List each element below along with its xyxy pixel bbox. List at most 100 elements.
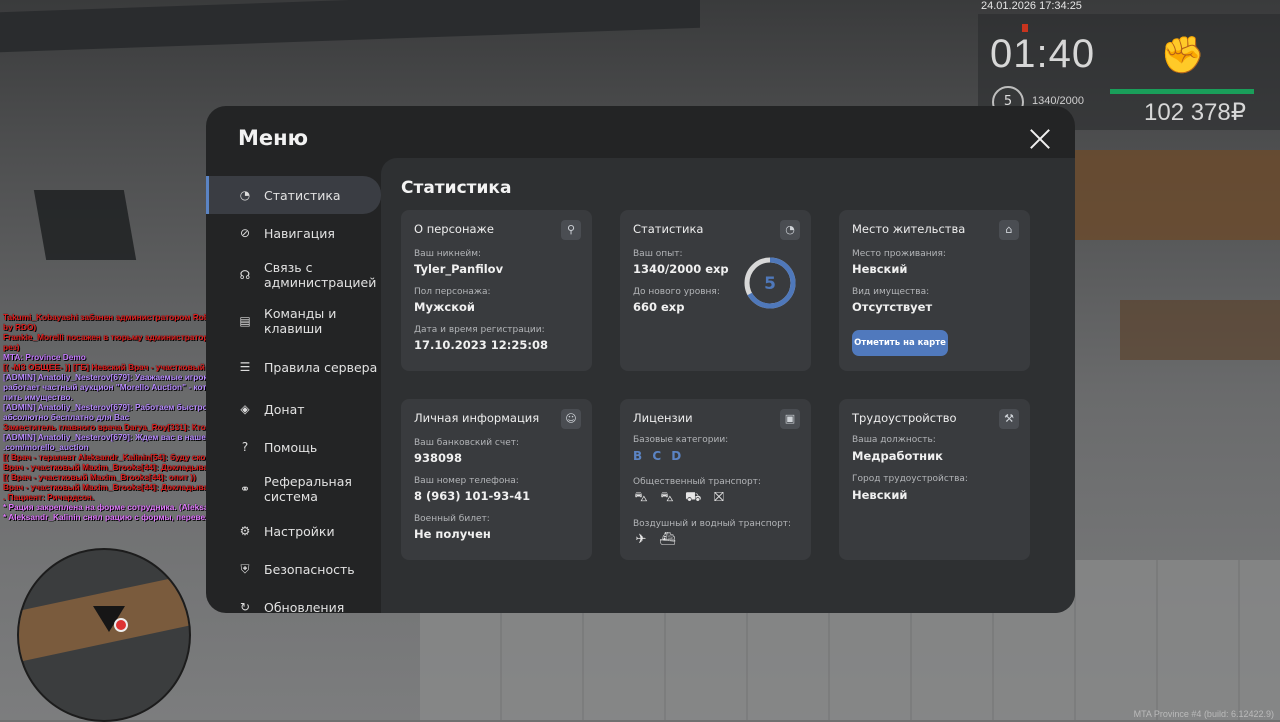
- job-city-label: Город трудоустройства:: [852, 474, 968, 484]
- pie-chart-icon: ◔: [780, 220, 800, 240]
- bank-label: Ваш банковский счет:: [414, 438, 520, 448]
- nav-item-0[interactable]: ◔ Статистика: [206, 176, 381, 214]
- user-circle-icon: ☺: [561, 409, 581, 429]
- basic-categories-label: Базовые категории:: [633, 435, 729, 445]
- rules-icon: ☰: [239, 360, 251, 374]
- nav-item-6[interactable]: ? Помощь: [206, 428, 381, 466]
- air-water-label: Воздушный и водный транспорт:: [633, 519, 792, 529]
- nav-item-label: Правила сервера: [264, 359, 378, 375]
- public-transport-icons: ⛍ ⛍ ⛟ ⛝: [633, 490, 727, 506]
- card-character: О персонаже ⚲ Ваш никнейм: Tyler_Panfilo…: [401, 210, 592, 371]
- minimap: [17, 548, 191, 722]
- nav-item-2[interactable]: ☊ Связь с администрацией: [206, 252, 381, 298]
- gear-icon: ⚙: [239, 524, 251, 538]
- card-title: Статистика: [633, 222, 704, 236]
- desk: [1120, 300, 1280, 360]
- mark-on-map-button[interactable]: Отметить на карте: [852, 330, 948, 356]
- nav-item-label: Команды и клавиши: [264, 306, 337, 336]
- player-marker-icon: [114, 618, 128, 632]
- job-city-value: Невский: [852, 488, 908, 502]
- next-level-label: До нового уровня:: [633, 287, 720, 297]
- position-label: Ваша должность:: [852, 435, 936, 445]
- hud-clock: 01:40: [990, 32, 1096, 76]
- chair: [33, 190, 137, 260]
- level-number: 5: [764, 274, 776, 294]
- basic-categories-value: B C D: [633, 449, 685, 463]
- nav-item-10[interactable]: ↻ Обновления: [206, 588, 381, 614]
- compass-icon: ⊘: [239, 226, 251, 240]
- military-label: Военный билет:: [414, 514, 490, 524]
- fist-icon: ✊: [1160, 35, 1205, 76]
- menu-window: Меню ◔ Статистика ⊘ Навигация ☊ Связь с админ…: [206, 106, 1075, 613]
- headset-icon: ☊: [239, 268, 251, 282]
- nav-item-7[interactable]: ⚭ Реферальная система: [206, 466, 381, 512]
- health-bar: [1110, 89, 1254, 94]
- card-job: Трудоустройство ⚒ Ваша должность: Медраб…: [839, 399, 1030, 560]
- donate-icon: ◈: [240, 402, 250, 416]
- content-title: Статистика: [401, 178, 512, 198]
- place-value: Невский: [852, 262, 908, 276]
- phone-label: Ваш номер телефона:: [414, 476, 519, 486]
- card-title: Личная информация: [414, 411, 540, 425]
- airplane-icon: ✈: [635, 532, 647, 547]
- build-info: MTA Province #4 (build: 6.12422.9): [1133, 709, 1274, 719]
- card-title: О персонаже: [414, 222, 494, 236]
- nav-item-1[interactable]: ⊘ Навигация: [206, 214, 381, 252]
- reg-value: 17.10.2023 12:25:08: [414, 338, 548, 352]
- nav-item-4[interactable]: ☰ Правила сервера: [206, 344, 381, 390]
- boat-icon: ⛴: [659, 532, 676, 547]
- nick-value: Tyler_Panfilov: [414, 262, 504, 276]
- bus-icon: ⛍: [660, 490, 674, 505]
- phone-value: 8 (963) 101-93-41: [414, 489, 531, 503]
- nick-label: Ваш никнейм:: [414, 249, 482, 259]
- nav-item-5[interactable]: ◈ Донат: [206, 390, 381, 428]
- next-level-value: 660 exp: [633, 300, 685, 314]
- card-stats: Статистика ◔ Ваш опыт: 1340/2000 exp До …: [620, 210, 811, 371]
- nav-item-label: Реферальная система: [264, 474, 352, 504]
- bank-value: 938098: [414, 451, 463, 465]
- card-title: Трудоустройство: [852, 411, 957, 425]
- tram-icon: ⛟: [685, 490, 702, 505]
- gender-value: Мужской: [414, 300, 475, 314]
- nav-item-8[interactable]: ⚙ Настройки: [206, 512, 381, 550]
- home-icon: ⌂: [999, 220, 1019, 240]
- nav-item-9[interactable]: ⛨ Безопасность: [206, 550, 381, 588]
- gender-label: Пол персонажа:: [414, 287, 491, 297]
- pickaxe-icon: ⚒: [999, 409, 1019, 429]
- close-icon[interactable]: [1028, 127, 1052, 151]
- help-icon: ?: [241, 440, 249, 454]
- card-licenses: Лицензии ▣ Базовые категории: B C D Обще…: [620, 399, 811, 560]
- card-title: Место жительства: [852, 222, 966, 236]
- status-indicator: [1022, 24, 1028, 32]
- military-value: Не получен: [414, 527, 491, 541]
- hud-money: 102 378₽: [1144, 99, 1247, 126]
- nav-item-label: Навигация: [264, 225, 335, 241]
- content-panel: Статистика О персонаже ⚲ Ваш никнейм: Ty…: [381, 158, 1075, 613]
- card-residence: Место жительства ⌂ Место проживания: Нев…: [839, 210, 1030, 371]
- nav-item-label: Обновления: [264, 599, 345, 614]
- air-water-icons: ✈ ⛴: [633, 532, 676, 548]
- referral-icon: ⚭: [239, 482, 251, 496]
- book-icon: ▤: [239, 314, 251, 328]
- card-title: Лицензии: [633, 411, 693, 425]
- pie-chart-icon: ◔: [239, 188, 251, 202]
- bus-icon: ⛍: [634, 490, 648, 505]
- nav-item-label: Донат: [264, 401, 305, 417]
- hud-datetime: 24.01.2026 17:34:25: [981, 0, 1082, 12]
- public-transport-label: Общественный транспорт:: [633, 477, 761, 487]
- nav-item-label: Статистика: [264, 187, 341, 203]
- reg-label: Дата и время регистрации:: [414, 325, 545, 335]
- menu-sidebar: ◔ Статистика ⊘ Навигация ☊ Связь с администра…: [206, 176, 381, 613]
- nav-item-3[interactable]: ▤ Команды и клавиши: [206, 298, 381, 344]
- nav-item-label: Связь с администрацией: [264, 260, 377, 290]
- exp-label: Ваш опыт:: [633, 249, 683, 259]
- place-label: Место проживания:: [852, 249, 946, 259]
- refresh-icon: ↻: [239, 600, 251, 613]
- level-progress-ring: 5: [744, 257, 796, 309]
- nav-item-label: Настройки: [264, 523, 335, 539]
- user-icon: ⚲: [561, 220, 581, 240]
- position-value: Медработник: [852, 449, 943, 463]
- id-card-icon: ▣: [780, 409, 800, 429]
- nav-item-label: Помощь: [264, 439, 318, 455]
- menu-title: Меню: [238, 126, 309, 150]
